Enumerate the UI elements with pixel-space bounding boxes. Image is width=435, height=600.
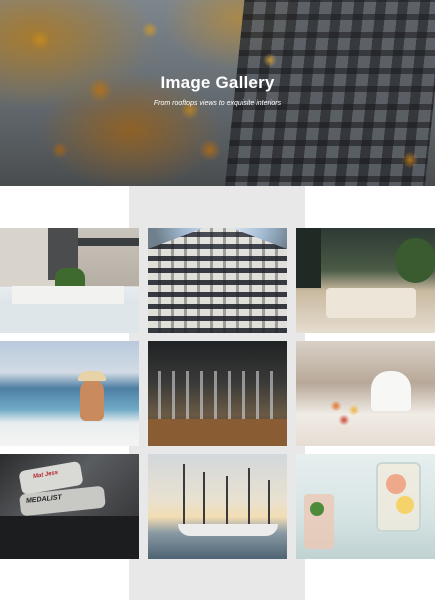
hero-banner: Image Gallery From rooftops views to exq… — [0, 0, 435, 186]
gallery-image-restaurant[interactable] — [148, 341, 287, 446]
hero-title: Image Gallery — [160, 73, 275, 92]
gallery-image-building[interactable] — [148, 228, 287, 333]
gallery-image-pool[interactable] — [0, 341, 139, 446]
gallery-image-golf-clubs[interactable]: Mat Jess MEDALIST — [0, 454, 139, 559]
gallery-image-lounge[interactable] — [296, 228, 435, 333]
gallery-image-bartender[interactable] — [296, 341, 435, 446]
gallery-image-modern-house[interactable] — [0, 228, 139, 333]
page: Image Gallery From rooftops views to exq… — [0, 0, 435, 600]
hero-subtitle: From rooftops views to exquisite interio… — [153, 100, 282, 107]
gallery-image-drinks[interactable] — [296, 454, 435, 559]
hero-overlay — [0, 0, 435, 186]
gallery-image-sailboats[interactable] — [148, 454, 287, 559]
